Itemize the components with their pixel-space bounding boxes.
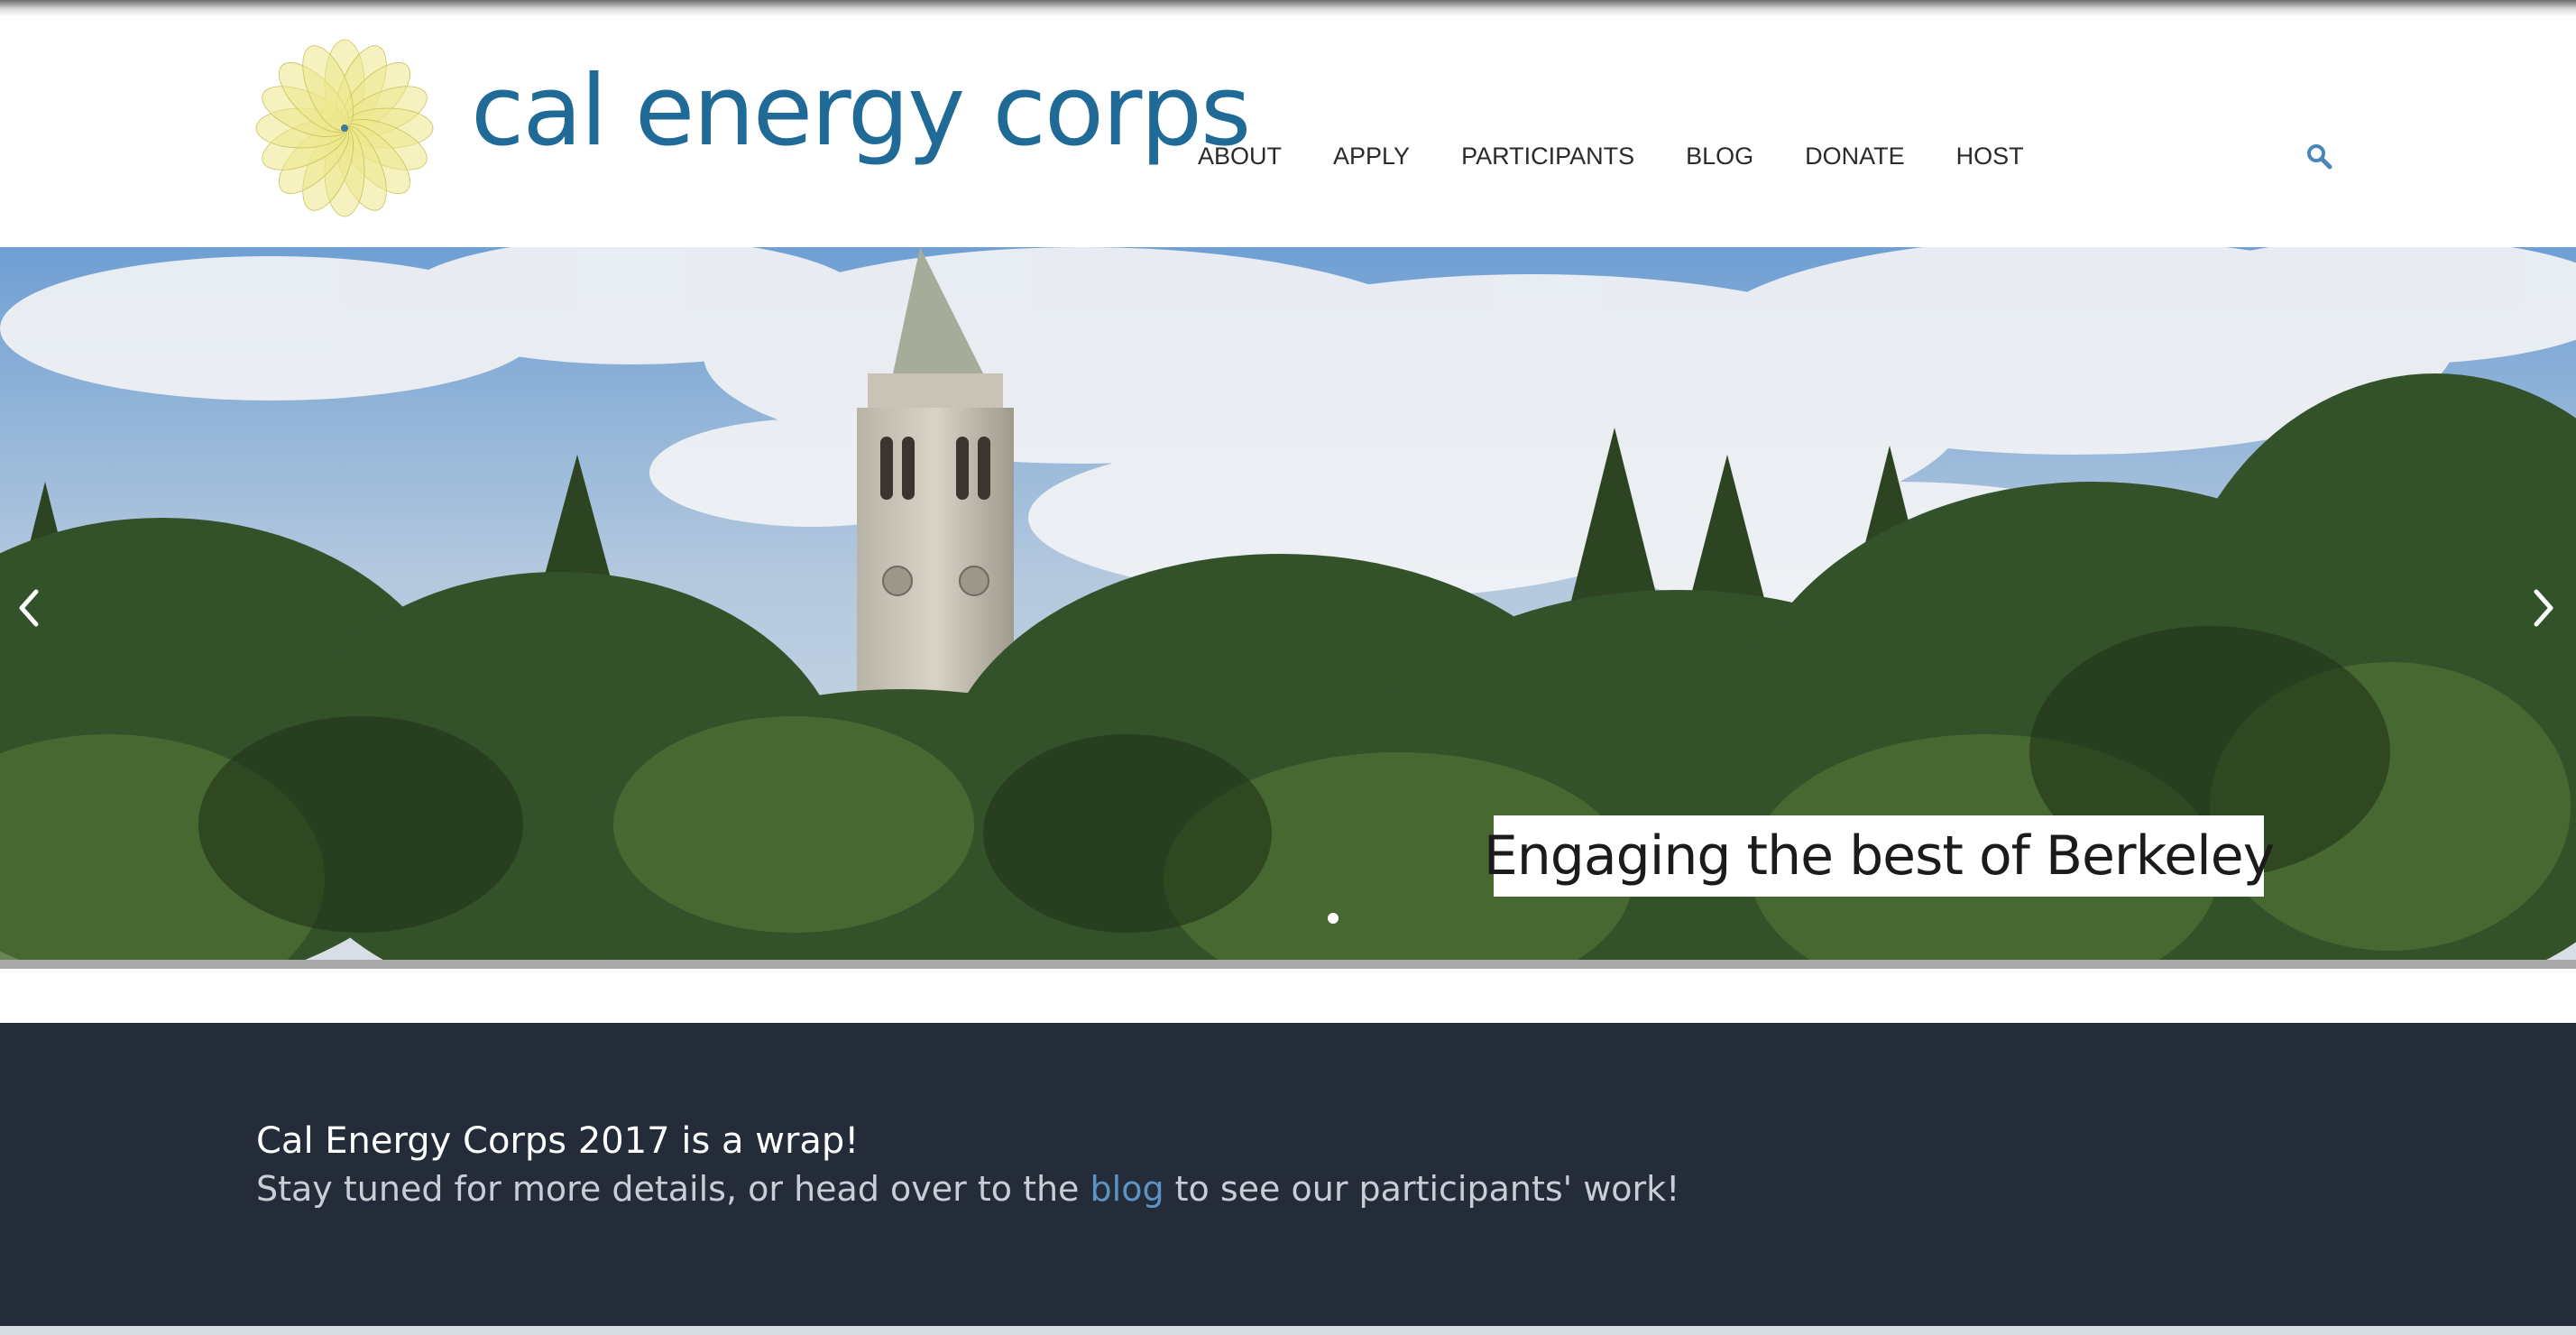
site-header: cal energy corps ABOUT APPLY PARTICIPANT…	[0, 16, 2576, 247]
hero-caption: Engaging the best of Berkeley	[1484, 815, 2275, 897]
search-icon[interactable]	[2305, 143, 2332, 170]
nav-donate[interactable]: DONATE	[1805, 144, 1905, 169]
carousel-dot[interactable]	[1328, 913, 1339, 924]
chevron-left-icon[interactable]	[11, 581, 47, 635]
chevron-right-icon[interactable]	[2525, 581, 2562, 635]
nav-host[interactable]: HOST	[1956, 144, 2024, 169]
page: cal energy corps ABOUT APPLY PARTICIPANT…	[0, 0, 2576, 1335]
hero-caption-text: Engaging the best of Berkeley	[1483, 824, 2275, 888]
hero-bottom-bar	[0, 960, 2576, 969]
nav-about[interactable]: ABOUT	[1198, 144, 1282, 169]
hero-carousel: Engaging the best of Berkeley	[0, 247, 2576, 969]
nav-participants[interactable]: PARTICIPANTS	[1461, 144, 1634, 169]
site-logo-text[interactable]: cal energy corps	[471, 63, 1251, 161]
announcement-text-after: to see our participants' work!	[1164, 1169, 1680, 1209]
main-nav: ABOUT APPLY PARTICIPANTS BLOG DONATE HOS…	[1198, 144, 2024, 169]
nav-apply[interactable]: APPLY	[1333, 144, 1410, 169]
announcement-band: Cal Energy Corps 2017 is a wrap! Stay tu…	[0, 1023, 2576, 1326]
sunflower-logo-icon[interactable]	[254, 38, 435, 218]
nav-blog[interactable]: BLOG	[1686, 144, 1753, 169]
top-shadow	[0, 0, 2576, 16]
announcement-title: Cal Energy Corps 2017 is a wrap!	[256, 1120, 860, 1162]
announcement-text-before: Stay tuned for more details, or head ove…	[256, 1169, 1090, 1209]
announcement-text: Stay tuned for more details, or head ove…	[256, 1169, 1679, 1209]
bottom-strip	[0, 1326, 2576, 1335]
blog-link[interactable]: blog	[1090, 1169, 1164, 1209]
